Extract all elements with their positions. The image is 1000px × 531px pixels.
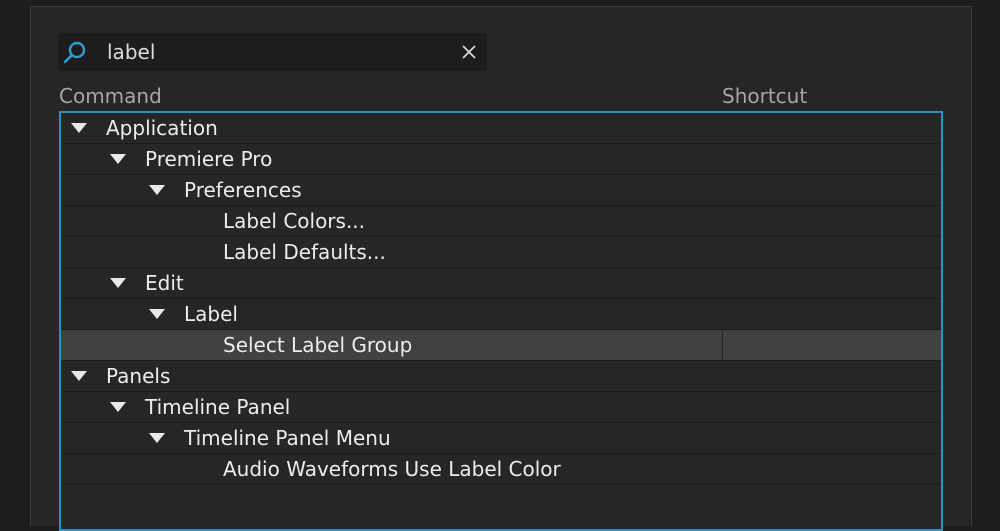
tree-row[interactable]: Application (61, 113, 941, 144)
tree-row[interactable]: Label (61, 299, 941, 330)
disclosure-triangle-icon[interactable] (71, 123, 87, 133)
tree-row-label: Premiere Pro (145, 147, 273, 171)
search-input[interactable]: label (107, 33, 155, 71)
tree-row-label: Timeline Panel Menu (184, 426, 391, 450)
disclosure-triangle-icon[interactable] (149, 309, 165, 319)
column-header-command[interactable]: Command (59, 84, 162, 108)
tree-row-label: Label (184, 302, 238, 326)
tree-row-label: Audio Waveforms Use Label Color (223, 457, 561, 481)
tree-row-label: Panels (106, 364, 171, 388)
tree-row-label: Timeline Panel (145, 395, 291, 419)
disclosure-triangle-icon[interactable] (110, 154, 126, 164)
tree-row[interactable]: Preferences (61, 175, 941, 206)
tree-row-label: Application (106, 116, 218, 140)
search-icon (62, 40, 88, 66)
tree-row[interactable]: Premiere Pro (61, 144, 941, 175)
tree-row[interactable]: Panels (61, 361, 941, 392)
close-icon[interactable] (461, 44, 477, 60)
tree-row-label: Select Label Group (223, 333, 413, 357)
disclosure-triangle-icon[interactable] (149, 185, 165, 195)
tree-row-label: Preferences (184, 178, 302, 202)
tree-row[interactable]: Label Defaults... (61, 237, 941, 268)
disclosure-triangle-icon[interactable] (149, 433, 165, 443)
tree-row-label: Edit (145, 271, 184, 295)
disclosure-triangle-icon[interactable] (71, 371, 87, 381)
tree-row-label: Label Colors... (223, 209, 366, 233)
tree-row[interactable]: Audio Waveforms Use Label Color (61, 454, 941, 485)
disclosure-triangle-icon[interactable] (110, 402, 126, 412)
tree-row[interactable]: Edit (61, 268, 941, 299)
command-tree[interactable]: Application Premiere Pro Preferences Label … (59, 111, 943, 531)
disclosure-triangle-icon[interactable] (110, 278, 126, 288)
tree-row[interactable]: Timeline Panel Menu (61, 423, 941, 454)
tree-row-label: Label Defaults... (223, 240, 386, 264)
shortcut-cell[interactable] (722, 330, 941, 360)
tree-row[interactable]: Select Label Group (61, 330, 941, 361)
tree-row[interactable]: Timeline Panel (61, 392, 941, 423)
column-header-shortcut[interactable]: Shortcut (722, 84, 807, 108)
tree-row[interactable]: Label Colors... (61, 206, 941, 237)
search-field[interactable]: label (58, 33, 487, 71)
